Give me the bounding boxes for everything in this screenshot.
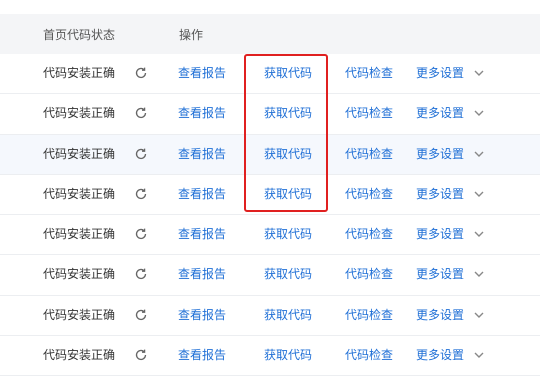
code-check-link[interactable]: 代码检查 [345,227,393,241]
code-check-link[interactable]: 代码检查 [345,348,393,362]
view-report-link[interactable]: 查看报告 [178,106,226,120]
chevron-down-icon[interactable] [473,108,485,118]
refresh-icon[interactable] [134,227,148,241]
column-header-operations: 操作 [179,28,204,42]
code-check-link[interactable]: 代码检查 [345,267,393,281]
get-code-link[interactable]: 获取代码 [264,308,312,322]
chevron-down-icon[interactable] [473,350,485,360]
table-row: 代码安装正确 查看报告 获取代码 代码检查 更多设置 [0,174,540,216]
status-text: 代码安装正确 [43,307,116,322]
view-report-link[interactable]: 查看报告 [178,308,226,322]
chevron-down-icon[interactable] [473,68,485,78]
chevron-down-icon[interactable] [473,189,485,199]
more-settings-link[interactable]: 更多设置 [416,227,464,241]
view-report-link[interactable]: 查看报告 [178,267,226,281]
chevron-down-icon[interactable] [473,229,485,239]
chevron-down-icon[interactable] [473,269,485,279]
view-report-link[interactable]: 查看报告 [178,348,226,362]
table-row: 代码安装正确 查看报告 获取代码 代码检查 更多设置 [0,255,540,296]
status-text: 代码安装正确 [43,146,116,161]
code-check-link[interactable]: 代码检查 [345,308,393,322]
refresh-icon[interactable] [134,348,148,362]
status-text: 代码安装正确 [43,66,116,80]
get-code-link[interactable]: 获取代码 [264,267,312,281]
refresh-icon[interactable] [134,66,148,80]
get-code-link[interactable]: 获取代码 [264,227,312,241]
table-row: 代码安装正确 查看报告 获取代码 代码检查 更多设置 [0,134,540,175]
get-code-link[interactable]: 获取代码 [264,106,312,120]
code-check-link[interactable]: 代码检查 [345,106,393,120]
code-check-link[interactable]: 代码检查 [345,66,393,80]
refresh-icon[interactable] [134,308,148,322]
refresh-icon[interactable] [134,267,148,281]
view-report-link[interactable]: 查看报告 [178,66,226,80]
more-settings-link[interactable]: 更多设置 [416,147,464,161]
code-check-link[interactable]: 代码检查 [345,187,393,201]
code-check-link[interactable]: 代码检查 [345,147,393,161]
view-report-link[interactable]: 查看报告 [178,227,226,241]
chevron-down-icon[interactable] [473,149,485,159]
refresh-icon[interactable] [134,147,148,161]
table-row: 代码安装正确 查看报告 获取代码 代码检查 更多设置 [0,215,540,256]
view-report-link[interactable]: 查看报告 [178,147,226,161]
column-header-status: 首页代码状态 [43,28,116,42]
get-code-link[interactable]: 获取代码 [264,66,312,80]
more-settings-link[interactable]: 更多设置 [416,348,464,362]
table-body: 代码安装正确 查看报告 获取代码 代码检查 更多设置 代码安装正确 查看报告 获… [0,54,540,376]
view-report-link[interactable]: 查看报告 [178,187,226,201]
table-header: 首页代码状态 操作 [0,14,540,55]
table-row: 代码安装正确 查看报告 获取代码 代码检查 更多设置 [0,336,540,376]
refresh-icon[interactable] [134,106,148,120]
get-code-link[interactable]: 获取代码 [264,147,312,161]
more-settings-link[interactable]: 更多设置 [416,308,464,322]
get-code-link[interactable]: 获取代码 [264,348,312,362]
more-settings-link[interactable]: 更多设置 [416,106,464,120]
table-row: 代码安装正确 查看报告 获取代码 代码检查 更多设置 [0,54,540,95]
status-text: 代码安装正确 [43,267,116,282]
more-settings-link[interactable]: 更多设置 [416,267,464,281]
more-settings-link[interactable]: 更多设置 [416,66,464,80]
table-row: 代码安装正确 查看报告 获取代码 代码检查 更多设置 [0,295,540,337]
status-text: 代码安装正确 [43,106,116,121]
more-settings-link[interactable]: 更多设置 [416,187,464,201]
status-text: 代码安装正确 [43,348,116,363]
refresh-icon[interactable] [134,187,148,201]
get-code-link[interactable]: 获取代码 [264,187,312,201]
table-row: 代码安装正确 查看报告 获取代码 代码检查 更多设置 [0,94,540,135]
chevron-down-icon[interactable] [473,310,485,320]
status-text: 代码安装正确 [43,186,116,201]
status-text: 代码安装正确 [43,227,116,242]
